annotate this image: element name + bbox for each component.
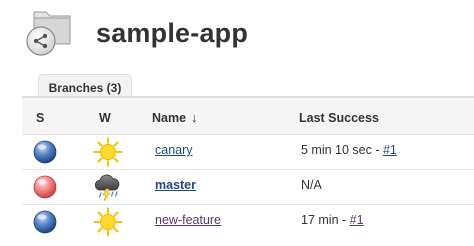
folder-pipeline-icon [26, 11, 71, 56]
last-success-text: 17 min - [301, 213, 350, 227]
page-title: sample-app [96, 18, 249, 48]
column-header-weather[interactable]: W [99, 98, 111, 134]
blue-ball-icon [33, 210, 57, 234]
build-link[interactable]: #1 [350, 213, 364, 227]
sort-descending-icon: ↓ [191, 110, 198, 125]
table-row: new-feature 17 min - #1 [22, 204, 474, 239]
last-success-text: N/A [301, 178, 322, 192]
column-header-name-label: Name [152, 111, 187, 125]
build-link[interactable]: #1 [383, 143, 397, 157]
sunny-icon [93, 207, 123, 237]
last-success: 5 min 10 sec - #1 [301, 134, 397, 167]
column-header-last-success[interactable]: Last Success [299, 98, 379, 134]
table-row: canary 5 min 10 sec - #1 [22, 134, 474, 170]
sunny-icon [93, 137, 123, 167]
column-header-status[interactable]: S [36, 98, 44, 134]
branch-link-master[interactable]: master [155, 169, 196, 202]
red-ball-icon [33, 175, 57, 199]
table-header: S W Name ↓ Last Success [22, 98, 474, 135]
last-success-text: 5 min 10 sec - [301, 143, 383, 157]
page-header: sample-app [20, 6, 460, 58]
last-success: N/A [301, 169, 322, 202]
blue-ball-icon [33, 140, 57, 164]
page: sample-app Branches (3) S W Name ↓ Last S… [0, 0, 474, 246]
thunderstorm-icon [94, 174, 120, 202]
branch-link-new-feature[interactable]: new-feature [155, 204, 221, 237]
table-row: master N/A [22, 169, 474, 205]
branches-table: S W Name ↓ Last Success canary 5 min 10 … [22, 97, 474, 243]
branch-link-canary[interactable]: canary [155, 134, 193, 167]
last-success: 17 min - #1 [301, 204, 364, 237]
column-header-name[interactable]: Name ↓ [152, 98, 198, 134]
